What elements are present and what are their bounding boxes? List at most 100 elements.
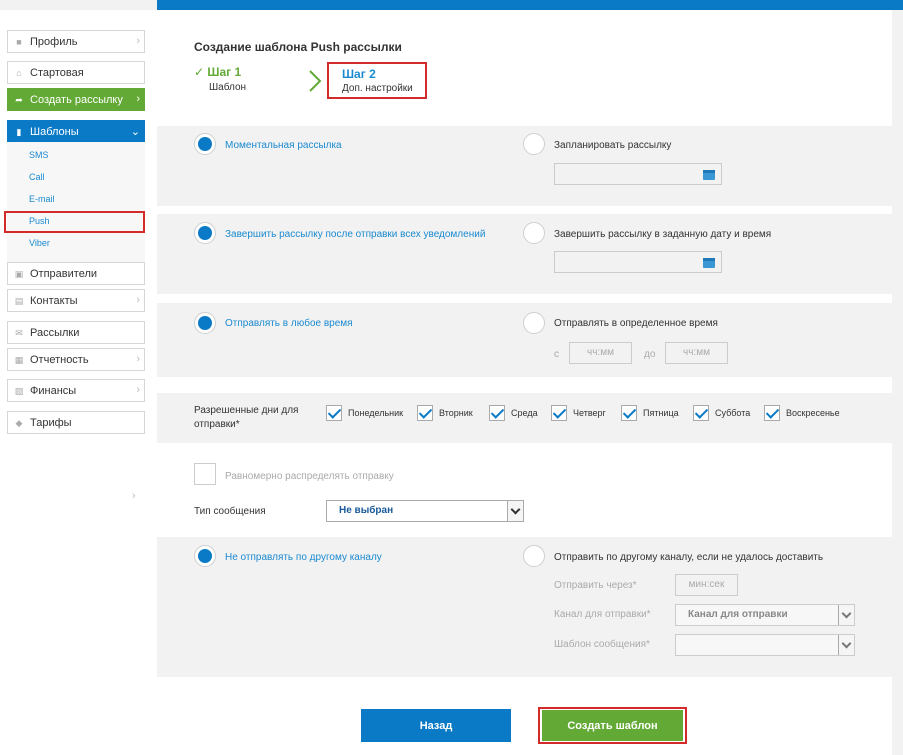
back-button[interactable]: Назад [361,709,511,742]
radio-no-other-channel[interactable] [194,545,216,567]
radio-other-channel[interactable] [523,545,545,567]
sidebar-item-label: Шаблоны [30,125,79,138]
chevron-down-icon [838,605,854,625]
radio-finish-at-date-label: Завершить рассылку в заданную дату и вре… [554,229,772,240]
channel-select[interactable]: Канал для отправки [675,604,855,626]
time-from-label: с [554,349,559,360]
sidebar-item-templates[interactable]: ▮ Шаблоны ⌄ [7,120,145,143]
day-checkbox[interactable] [764,405,780,421]
radio-finish-at-date[interactable] [523,222,545,244]
day-checkbox[interactable] [326,405,342,421]
even-distribution-checkbox[interactable] [194,463,216,485]
sidebar-item-reports[interactable]: ▦ Отчетность › [7,348,145,371]
radio-finish-after-all[interactable] [194,222,216,244]
radio-instant-label: Моментальная рассылка [225,140,342,151]
sidebar: ■ Профиль › ⌂ Стартовая ➦ Создать рассыл… [0,10,157,755]
create-template-button[interactable]: Создать шаблон [542,710,683,741]
contacts-icon: ▤ [14,295,24,306]
day-checkbox[interactable] [489,405,505,421]
sidebar-item-label: Отчетность [30,353,89,366]
step-arrow-icon [309,70,322,92]
message-type-value: Не выбран [339,505,394,516]
day-label: Четверг [573,408,606,418]
message-type-select[interactable]: Не выбран [326,500,524,522]
template-label: Шаблон сообщения* [554,639,650,650]
sidebar-item-home[interactable]: ⌂ Стартовая [7,61,145,84]
finish-date-input[interactable] [554,251,722,273]
day-label: Суббота [715,408,751,418]
radio-any-time[interactable] [194,312,216,334]
schedule-date-input[interactable] [554,163,722,185]
step-1-subtitle: Шаблон [209,82,247,93]
submenu-item-email[interactable]: E-mail [29,194,55,204]
radio-instant[interactable] [194,133,216,155]
day-checkbox[interactable] [693,405,709,421]
user-icon: ■ [16,36,22,47]
submenu-item-call[interactable]: Call [29,172,45,182]
radio-scheduled[interactable] [523,133,545,155]
sidebar-item-mailings[interactable]: ✉ Рассылки [7,321,145,344]
send-window-section [157,303,892,377]
day-label: Воскресенье [786,408,840,418]
day-tuesday[interactable]: Вторник [417,405,473,421]
sidebar-item-profile[interactable]: ■ Профиль › [7,30,145,53]
calendar-icon [703,258,715,268]
submenu-item-sms[interactable]: SMS [29,150,49,160]
time-to-input[interactable]: чч:мм [665,342,728,364]
step-2-subtitle: Доп. настройки [342,83,413,94]
send-after-input[interactable]: мин:сек [675,574,738,596]
sidebar-item-contacts[interactable]: ▤ Контакты › [7,289,145,312]
day-sunday[interactable]: Воскресенье [764,405,840,421]
radio-finish-after-all-label: Завершить рассылку после отправки всех у… [225,229,486,240]
collapse-chevron-icon[interactable]: › [132,490,136,502]
day-monday[interactable]: Понедельник [326,405,403,421]
sidebar-item-label: Финансы [30,384,77,397]
sidebar-item-senders[interactable]: ▣ Отправители [7,262,145,285]
check-icon: ✓ [194,65,208,79]
template-select[interactable] [675,634,855,656]
day-wednesday[interactable]: Среда [489,405,538,421]
even-distribution-label: Равномерно распределять отправку [225,471,394,482]
day-label: Пятница [643,408,679,418]
sidebar-item-create-mailing[interactable]: ➦ Создать рассылку › [7,88,145,111]
sidebar-item-label: Тарифы [30,416,72,429]
sidebar-item-finance[interactable]: ▧ Финансы › [7,379,145,402]
page-title: Создание шаблона Push рассылки [194,40,402,54]
chevron-down-icon [507,501,523,521]
document-icon: ▮ [16,126,22,137]
chevron-right-icon: › [136,35,140,47]
day-checkbox[interactable] [551,405,567,421]
step-1-title: Шаг 1 [207,65,242,79]
home-icon: ⌂ [16,67,22,78]
submenu-item-viber[interactable]: Viber [29,238,50,248]
chevron-right-icon: › [136,294,140,306]
day-label: Вторник [439,408,473,418]
sidebar-item-label: Контакты [30,294,78,307]
day-thursday[interactable]: Четверг [551,405,606,421]
chevron-right-icon: › [136,93,140,105]
finance-icon: ▧ [14,385,24,396]
channel-label: Канал для отправки* [554,609,651,620]
step-1[interactable]: ✓ Шаг 1 Шаблон [194,65,246,93]
chevron-right-icon: › [136,384,140,396]
day-saturday[interactable]: Суббота [693,405,750,421]
chevron-right-icon: › [136,353,140,365]
time-from-input[interactable]: чч:мм [569,342,632,364]
chat-icon: ▣ [14,268,24,279]
top-left-spacer [0,0,157,10]
step-2[interactable]: Шаг 2 Доп. настройки [327,62,427,99]
radio-specific-time[interactable] [523,312,545,334]
day-label: Среда [511,408,538,418]
day-checkbox[interactable] [417,405,433,421]
allowed-days-label: Разрешенные дни для отправки* [194,405,299,430]
channel-value: Канал для отправки [688,609,788,620]
radio-no-other-channel-label: Не отправлять по другому каналу [225,552,382,563]
radio-scheduled-label: Запланировать рассылку [554,140,672,151]
sidebar-item-label: Стартовая [30,66,84,79]
day-friday[interactable]: Пятница [621,405,679,421]
day-checkbox[interactable] [621,405,637,421]
sidebar-item-label: Рассылки [30,326,80,339]
templates-submenu: SMS Call E-mail Push Viber [7,142,145,266]
sidebar-item-tariffs[interactable]: ◆ Тарифы [7,411,145,434]
push-highlight-box [4,211,145,233]
